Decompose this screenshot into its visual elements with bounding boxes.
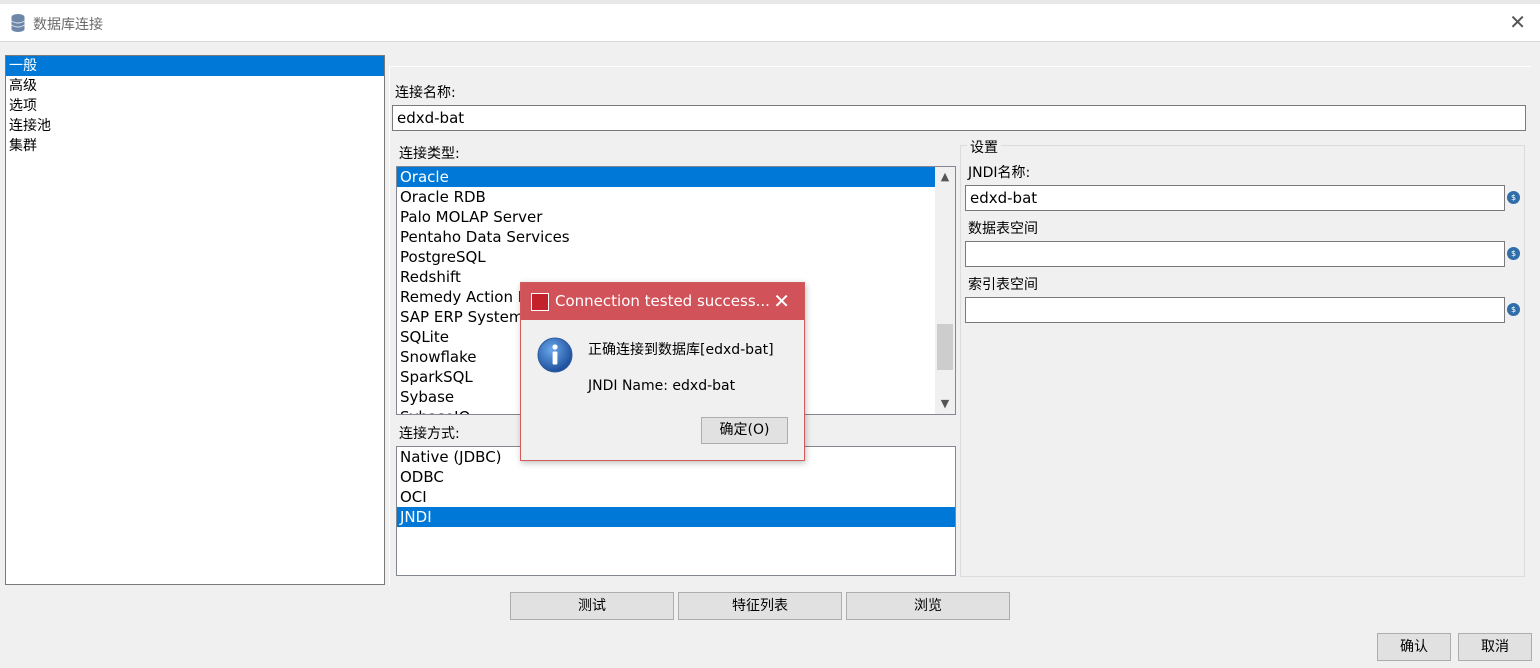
connection-type-item[interactable]: Oracle	[397, 167, 955, 187]
connection-type-item[interactable]: Pentaho Data Services	[397, 227, 955, 247]
access-method-label: 连接方式:	[399, 426, 460, 442]
index-tablespace-input[interactable]	[965, 297, 1505, 323]
scroll-down-icon[interactable]: ▼	[935, 394, 955, 414]
connection-name-label: 连接名称:	[395, 85, 456, 101]
connection-type-label: 连接类型:	[399, 146, 460, 162]
category-list[interactable]: 一般 高级 选项 连接池 集群	[5, 55, 385, 585]
variable-icon[interactable]: $	[1507, 303, 1520, 316]
nav-item-pooling[interactable]: 连接池	[6, 116, 384, 136]
ok-button[interactable]: 确认	[1377, 633, 1451, 661]
variable-icon[interactable]: $	[1507, 247, 1520, 260]
window-title: 数据库连接	[33, 17, 103, 33]
title-bar: 数据库连接 ✕	[0, 4, 1540, 42]
cancel-button[interactable]: 取消	[1458, 633, 1532, 661]
settings-legend: 设置	[967, 137, 1001, 157]
explore-button[interactable]: 浏览	[846, 592, 1010, 620]
window-close-button[interactable]: ✕	[1509, 10, 1526, 34]
dialog-title: Connection tested success...	[555, 292, 770, 310]
connection-type-item[interactable]: Palo MOLAP Server	[397, 207, 955, 227]
connection-type-item[interactable]: Oracle RDB	[397, 187, 955, 207]
dialog-detail: JNDI Name: edxd-bat	[588, 378, 736, 394]
nav-item-advanced[interactable]: 高级	[6, 76, 384, 96]
data-tablespace-input[interactable]	[965, 241, 1505, 267]
access-method-list[interactable]: Native (JDBC) ODBC OCI JNDI	[396, 446, 956, 576]
scrollbar-thumb[interactable]	[937, 324, 953, 370]
information-icon	[537, 337, 573, 373]
nav-item-general[interactable]: 一般	[6, 56, 384, 76]
connection-type-scrollbar[interactable]: ▲ ▼	[935, 167, 955, 414]
database-icon	[11, 14, 25, 32]
dialog-message: 正确连接到数据库[edxd-bat]	[588, 342, 774, 358]
connection-type-item[interactable]: PostgreSQL	[397, 247, 955, 267]
jndi-name-input[interactable]: edxd-bat	[965, 185, 1505, 211]
index-tablespace-label: 索引表空间	[968, 277, 1038, 293]
jndi-name-label: JNDI名称:	[968, 165, 1031, 181]
access-method-item[interactable]: ODBC	[397, 467, 955, 487]
access-method-item[interactable]: JNDI	[397, 507, 955, 527]
feature-list-button[interactable]: 特征列表	[678, 592, 842, 620]
data-tablespace-label: 数据表空间	[968, 221, 1038, 237]
variable-icon[interactable]: $	[1507, 191, 1520, 204]
dialog-close-icon[interactable]: ✕	[773, 289, 790, 313]
nav-item-clustering[interactable]: 集群	[6, 136, 384, 156]
connection-test-dialog: Connection tested success... ✕ 正确连接到数据库[…	[520, 282, 805, 461]
dialog-title-bar: Connection tested success... ✕	[521, 283, 804, 320]
access-method-item[interactable]: OCI	[397, 487, 955, 507]
connection-name-input[interactable]: edxd-bat	[392, 105, 1526, 131]
dialog-ok-button[interactable]: 确定(O)	[701, 417, 788, 444]
scroll-up-icon[interactable]: ▲	[935, 167, 955, 187]
app-icon	[531, 293, 549, 311]
test-button[interactable]: 测试	[510, 592, 674, 620]
nav-item-options[interactable]: 选项	[6, 96, 384, 116]
